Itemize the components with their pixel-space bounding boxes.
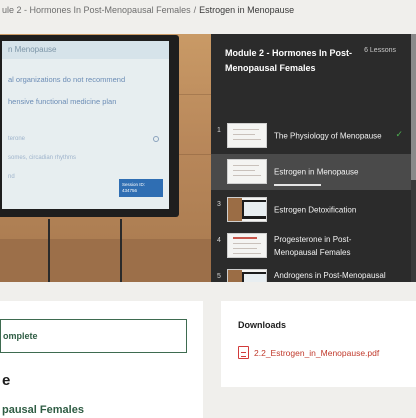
tv-stand — [48, 219, 50, 282]
presentation-slide: n Menopause al organizations do not reco… — [2, 41, 169, 209]
lesson-item-4[interactable]: 4 Progesterone in Post-Menopausal Female… — [211, 228, 411, 264]
mark-complete-label: omplete — [3, 331, 38, 341]
lesson-label: Androgens in Post-Menopausal Females — [274, 271, 386, 280]
sidebar-scrollbar-thumb[interactable] — [411, 34, 416, 180]
lesson-number: 5 — [217, 273, 221, 280]
lesson-thumbnail — [227, 269, 267, 282]
breadcrumb-parent-link[interactable]: ule 2 - Hormones In Post-Menopausal Fema… — [2, 5, 191, 15]
floor — [0, 239, 211, 282]
breadcrumb-current: Estrogen in Menopause — [199, 5, 295, 15]
slide-line: nd — [8, 174, 15, 180]
pdf-file-icon — [238, 346, 249, 359]
lesson-label: Estrogen in Menopause — [274, 167, 359, 177]
video-player[interactable]: n Menopause al organizations do not reco… — [0, 34, 211, 282]
lesson-title: e — [2, 372, 11, 389]
lesson-label: The Physiology of Menopause — [274, 131, 382, 141]
lesson-number: 4 — [217, 237, 221, 244]
tv-monitor: n Menopause al organizations do not reco… — [0, 35, 179, 217]
checkmark-icon: ✓ — [395, 129, 403, 139]
lesson-number: 2 — [217, 163, 221, 170]
module-title: Module 2 - Hormones In Post-Menopausal F… — [225, 48, 353, 73]
download-link[interactable]: 2.2_Estrogen_in_Menopause.pdf — [254, 348, 379, 358]
session-badge: Session ID: 434756 — [119, 179, 163, 197]
lesson-sidebar: Module 2 - Hormones In Post-Menopausal F… — [211, 34, 416, 282]
breadcrumb: ule 2 - Hormones In Post-Menopausal Fema… — [0, 0, 416, 34]
lesson-thumbnail — [227, 233, 267, 258]
slide-line: somes, circadian rhythms — [8, 155, 77, 161]
lesson-item-2[interactable]: 2 Estrogen in Menopause — [211, 154, 411, 190]
download-item[interactable]: 2.2_Estrogen_in_Menopause.pdf — [238, 346, 379, 359]
slide-circle-icon — [153, 136, 159, 142]
lesson-label: Progesterone in Post-Menopausal Females — [274, 235, 352, 257]
lesson-number: 3 — [217, 201, 221, 208]
lesson-subtitle: pausal Females — [2, 404, 84, 416]
breadcrumb-separator: / — [193, 5, 197, 15]
slide-line: terone — [8, 136, 26, 142]
lesson-item-3[interactable]: 3 Estrogen Detoxification — [211, 192, 411, 228]
slide-line: al organizations do not recommend — [8, 75, 126, 84]
lesson-count: 6 Lessons — [364, 47, 396, 54]
tv-stand — [120, 219, 122, 282]
lesson-number: 1 — [217, 127, 221, 134]
mark-complete-button[interactable]: omplete — [0, 319, 187, 353]
slide-title: n Menopause — [8, 45, 57, 54]
downloads-title: Downloads — [238, 320, 287, 330]
lesson-label: Estrogen Detoxification — [274, 205, 357, 215]
lesson-progress-bar — [274, 184, 321, 186]
lesson-item-5[interactable]: 5 Androgens in Post-Menopausal Females — [211, 264, 411, 282]
lesson-item-1[interactable]: 1 The Physiology of Menopause ✓ — [211, 118, 411, 154]
lesson-info-card: omplete e pausal Females — [0, 301, 203, 418]
lesson-thumbnail — [227, 197, 267, 222]
lesson-thumbnail — [227, 159, 267, 184]
module-header: Module 2 - Hormones In Post-Menopausal F… — [211, 34, 416, 118]
downloads-card: Downloads 2.2_Estrogen_in_Menopause.pdf — [221, 301, 416, 387]
lesson-thumbnail — [227, 123, 267, 148]
slide-line: hensive functional medicine plan — [8, 97, 117, 106]
